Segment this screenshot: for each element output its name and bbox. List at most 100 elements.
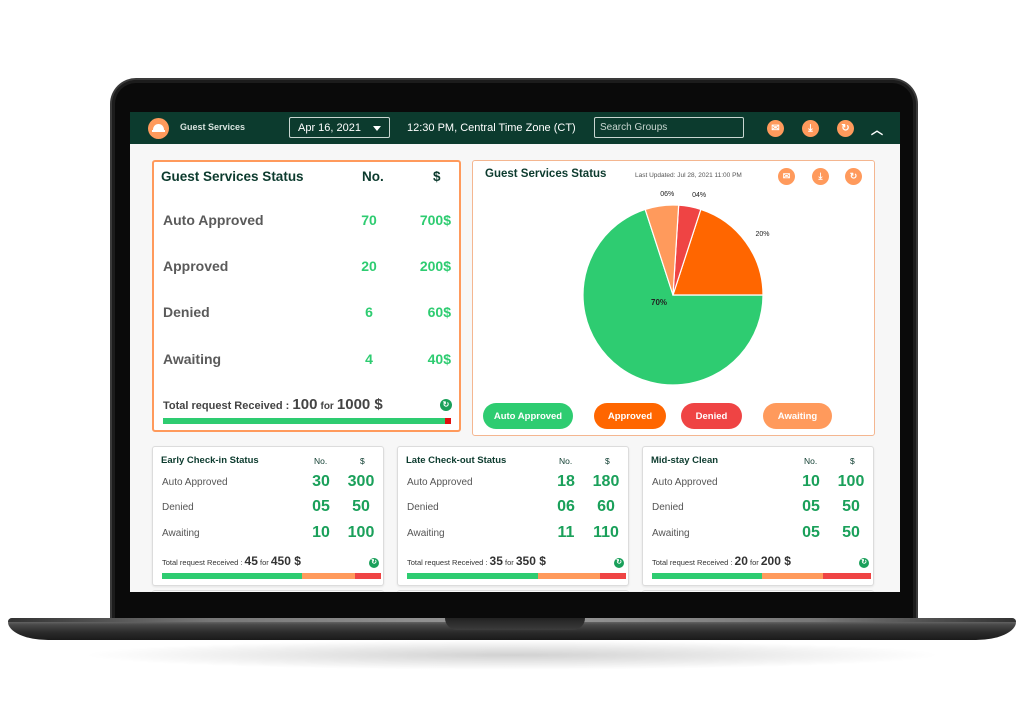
total-amount: 450 $ (270, 554, 301, 568)
table-row: Auto Approved 10 100 (643, 473, 873, 493)
early-check-in-card: Early Check-in Status No. $ Auto Approve… (152, 446, 384, 586)
legend-auto-approved[interactable]: Auto Approved (483, 403, 573, 429)
table-row: Denied 05 50 (643, 498, 873, 518)
mid-stay-clean-card: Mid-stay Clean No. $ Auto Approved 10 10… (642, 446, 874, 586)
row-count: 70 (361, 212, 377, 228)
total-prefix: Total request Received : (163, 400, 293, 412)
total-count: 20 (734, 554, 748, 568)
date-select[interactable]: Apr 16, 2021 (289, 117, 390, 138)
total-count: 35 (489, 554, 503, 568)
row-amount: 110 (593, 524, 619, 541)
legend-denied[interactable]: Denied (681, 403, 742, 429)
bar-segment-awaiting (302, 573, 355, 579)
column-header-amount: $ (850, 456, 855, 466)
row-amount: 60$ (427, 304, 451, 320)
legend-approved[interactable]: Approved (594, 403, 666, 429)
cloche-logo-icon[interactable] (148, 118, 169, 139)
table-row: Awaiting 10 100 (153, 524, 383, 544)
mail-icon[interactable]: ✉ (767, 120, 784, 137)
pie-label-auto-approved: 70% (651, 298, 667, 307)
legend-label: Approved (607, 410, 653, 422)
table-row: Denied 05 50 (153, 498, 383, 518)
card-title: Early Check-in Status (161, 455, 259, 466)
row-count: 6 (365, 304, 373, 320)
row-label: Auto Approved (163, 212, 264, 228)
guest-services-status-table: Guest Services Status No. $ Auto Approve… (152, 160, 461, 432)
bar-segment-awaiting (538, 573, 600, 579)
total-amount: 1000 $ (336, 396, 383, 413)
total-amount: 200 $ (760, 554, 791, 568)
column-header-no: No. (804, 456, 818, 466)
row-label: Denied (163, 304, 210, 320)
date-value: Apr 16, 2021 (298, 122, 361, 134)
row-label: Awaiting (162, 528, 200, 539)
refresh-icon[interactable]: ↻ (837, 120, 854, 137)
column-header-amount: $ (433, 169, 441, 184)
row-amount: 40$ (427, 351, 451, 367)
total-count: 45 (244, 554, 258, 568)
refresh-icon[interactable]: ↻ (859, 558, 869, 568)
row-count: 05 (802, 524, 820, 541)
row-amount: 300 (347, 473, 375, 490)
row-label: Auto Approved (652, 477, 718, 488)
refresh-icon[interactable]: ↻ (614, 558, 624, 568)
chevron-up-icon[interactable]: ︿ (871, 121, 883, 138)
table-row: Denied 06 60 (398, 498, 628, 518)
app-title: Guest Services (180, 122, 246, 132)
column-header-no: No. (314, 456, 328, 466)
table-title: Guest Services Status (161, 169, 304, 184)
total-requests: Total request Received : 20 for 200 $ (652, 554, 791, 568)
total-for: for (505, 558, 514, 567)
bar-segment-auto-approved (162, 573, 303, 579)
row-label: Awaiting (163, 351, 222, 367)
bar-segment-auto-approved (407, 573, 539, 579)
row-count: 05 (312, 498, 330, 515)
row-label: Auto Approved (162, 477, 228, 488)
download-icon[interactable]: ⤓ (802, 120, 819, 137)
row-count: 10 (312, 524, 330, 541)
search-groups-input[interactable] (594, 117, 744, 138)
refresh-icon[interactable]: ↻ (845, 168, 862, 185)
bar-segment-auto-approved (163, 418, 446, 424)
row-amount: 60 (597, 498, 615, 515)
total-count: 100 (292, 396, 318, 413)
mail-icon[interactable]: ✉ (778, 168, 795, 185)
total-requests: Total request Received : 35 for 350 $ (407, 554, 546, 568)
row-label: Denied (407, 502, 439, 513)
legend-label: Denied (695, 410, 728, 422)
card-title: Late Check-out Status (406, 455, 507, 466)
row-label: Auto Approved (407, 477, 473, 488)
pie-label-approved: 20% (756, 231, 770, 238)
download-icon[interactable]: ⤓ (812, 168, 829, 185)
bar-segment-denied (599, 573, 626, 579)
legend-label: Awaiting (777, 410, 818, 422)
legend-label: Auto Approved (493, 410, 563, 422)
column-header-amount: $ (605, 456, 610, 466)
bar-segment-denied (354, 573, 381, 579)
card-title: Mid-stay Clean (651, 455, 719, 466)
total-for: for (750, 558, 759, 567)
row-amount: 50 (842, 524, 860, 541)
bar-segment-denied (445, 418, 451, 424)
legend-awaiting[interactable]: Awaiting (763, 403, 832, 429)
row-amount: 50 (842, 498, 860, 515)
row-label: Awaiting (652, 528, 690, 539)
row-count: 4 (365, 351, 373, 367)
total-prefix: Total request Received : (652, 558, 735, 567)
bar-segment-auto-approved (652, 573, 762, 579)
total-prefix: Total request Received : (407, 558, 490, 567)
last-updated-text: Last Updated: Jul 28, 2021 11:00 PM (635, 172, 742, 179)
table-row: Auto Approved 18 180 (398, 473, 628, 493)
column-header-amount: $ (360, 456, 365, 466)
total-for: for (260, 558, 269, 567)
next-row-card-edge (152, 590, 384, 592)
refresh-icon[interactable]: ↻ (440, 399, 452, 411)
table-row: Awaiting 11 110 (398, 524, 628, 544)
refresh-icon[interactable]: ↻ (369, 558, 379, 568)
table-row: Auto Approved 70 700$ (154, 212, 459, 232)
row-amount: 100 (347, 524, 375, 541)
time-zone-text: 12:30 PM, Central Time Zone (CT) (407, 122, 576, 134)
caret-down-icon (373, 126, 381, 131)
status-progress-bar (163, 418, 451, 424)
row-count: 05 (802, 498, 820, 515)
